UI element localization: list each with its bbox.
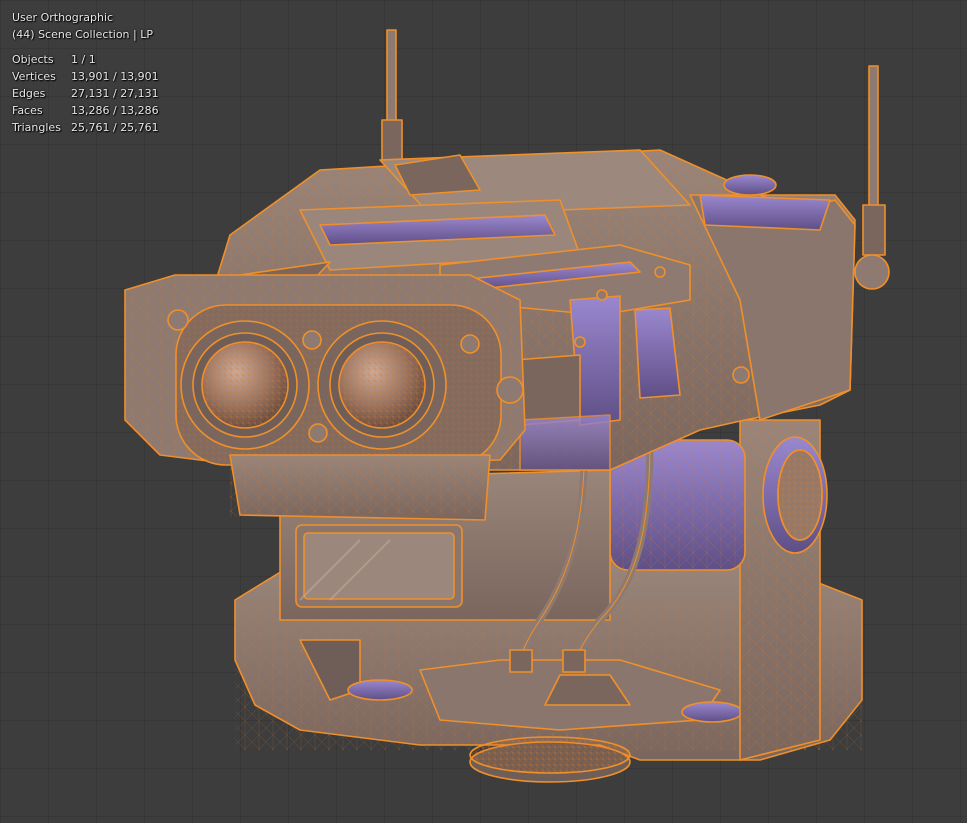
stat-edges: Edges 27,131 / 27,131 [12,87,159,100]
lens-right [317,320,447,450]
viewport-info-overlay: User Orthographic (44) Scene Collection … [12,9,159,136]
collection-label: (44) Scene Collection | LP [12,28,153,41]
view-name-label: User Orthographic [12,11,114,24]
scene-statistics: Objects 1 / 1 Vertices 13,901 / 13,901 E… [12,51,159,136]
side-arm [739,419,828,761]
chin-block [229,454,491,521]
stat-triangles: Triangles 25,761 / 25,761 [12,121,159,134]
antenna-right [854,65,890,290]
stat-faces: Faces 13,286 / 13,286 [12,104,159,117]
3d-viewport[interactable]: User Orthographic (44) Scene Collection … [0,0,967,823]
antenna-left [381,29,403,161]
stat-objects: Objects 1 / 1 [12,53,96,66]
lens-left [180,320,310,450]
stat-vertices: Vertices 13,901 / 13,901 [12,70,159,83]
